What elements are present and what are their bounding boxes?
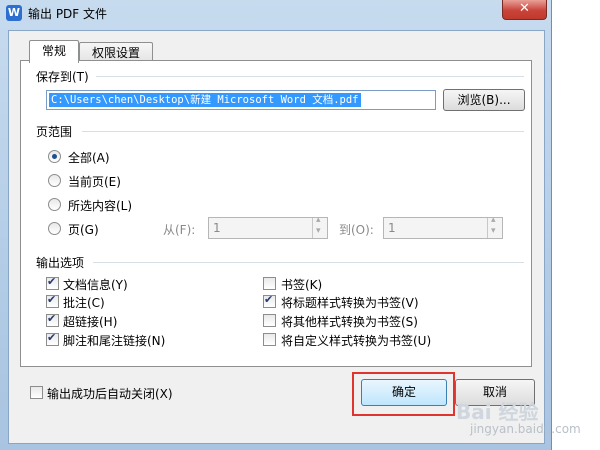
checkbox-hyperlinks-label: 超链接(H)	[63, 315, 118, 329]
radio-pages-label: 页(G)	[68, 223, 99, 237]
checkbox-doc-info[interactable]	[46, 275, 59, 290]
checkbox-comments[interactable]	[46, 293, 59, 308]
checkbox-auto-close[interactable]	[30, 386, 43, 399]
from-page-stepper[interactable]: 1	[208, 215, 328, 239]
baidu-url-watermark: jingyan.baidu.com	[470, 422, 581, 436]
close-button[interactable]: ✕	[502, 0, 547, 20]
output-options-divider	[93, 262, 524, 263]
from-stepper-arrows-icon[interactable]	[312, 215, 327, 238]
checkbox-other-style-bookmarks[interactable]	[263, 314, 276, 327]
checkbox-heading-bookmarks[interactable]	[263, 293, 276, 308]
checkbox-footnote-links-label: 脚注和尾注链接(N)	[63, 334, 166, 348]
radio-selection-label: 所选内容(L)	[68, 199, 133, 213]
radio-current-page[interactable]	[48, 174, 61, 187]
dialog-title: 输出 PDF 文件	[28, 7, 108, 21]
dialog-window: W 输出 PDF 文件 ✕ 常规 权限设置 保存到(T) C:\Users\ch…	[0, 0, 552, 450]
radio-all-label: 全部(A)	[68, 151, 110, 165]
to-page-value: 1	[388, 221, 396, 235]
from-label: 从(F):	[163, 223, 196, 237]
checkbox-bookmarks[interactable]	[263, 277, 276, 290]
radio-selection[interactable]	[48, 198, 61, 211]
from-page-value: 1	[213, 221, 221, 235]
to-stepper-arrows-icon[interactable]	[487, 215, 502, 238]
page-range-label: 页范围	[36, 123, 77, 140]
page-range-divider	[82, 131, 524, 132]
browse-button[interactable]: 浏览(B)...	[443, 89, 525, 111]
checkbox-comments-label: 批注(C)	[63, 296, 105, 310]
output-options-label: 输出选项	[36, 254, 89, 271]
save-path-input[interactable]: C:\Users\chen\Desktop\新建 Microsoft Word …	[46, 90, 436, 110]
radio-all[interactable]	[48, 150, 61, 163]
checkbox-heading-bookmarks-label: 将标题样式转换为书签(V)	[281, 296, 419, 310]
radio-current-page-label: 当前页(E)	[68, 175, 121, 189]
highlight-box	[352, 372, 455, 416]
wps-app-icon: W	[6, 5, 22, 21]
radio-pages[interactable]	[48, 222, 61, 235]
baidu-logo-watermark: Bai 经验	[456, 400, 539, 424]
save-to-label: 保存到(T)	[36, 68, 93, 85]
checkbox-custom-style-bookmarks-label: 将自定义样式转换为书签(U)	[281, 334, 432, 348]
checkbox-bookmarks-label: 书签(K)	[281, 278, 323, 292]
checkbox-doc-info-label: 文档信息(Y)	[63, 278, 128, 292]
to-label: 到(O):	[339, 223, 374, 237]
title-bar: W 输出 PDF 文件 ✕	[0, 0, 551, 26]
checkbox-other-style-bookmarks-label: 将其他样式转换为书签(S)	[281, 315, 418, 329]
save-path-text: C:\Users\chen\Desktop\新建 Microsoft Word …	[49, 93, 361, 107]
checkbox-auto-close-label: 输出成功后自动关闭(X)	[47, 387, 173, 401]
save-to-divider	[96, 76, 524, 77]
checkbox-hyperlinks[interactable]	[46, 312, 59, 327]
checkbox-custom-style-bookmarks[interactable]	[263, 333, 276, 346]
checkbox-footnote-links[interactable]	[46, 331, 59, 346]
to-page-stepper[interactable]: 1	[383, 215, 503, 239]
tab-general[interactable]: 常规	[29, 40, 79, 63]
